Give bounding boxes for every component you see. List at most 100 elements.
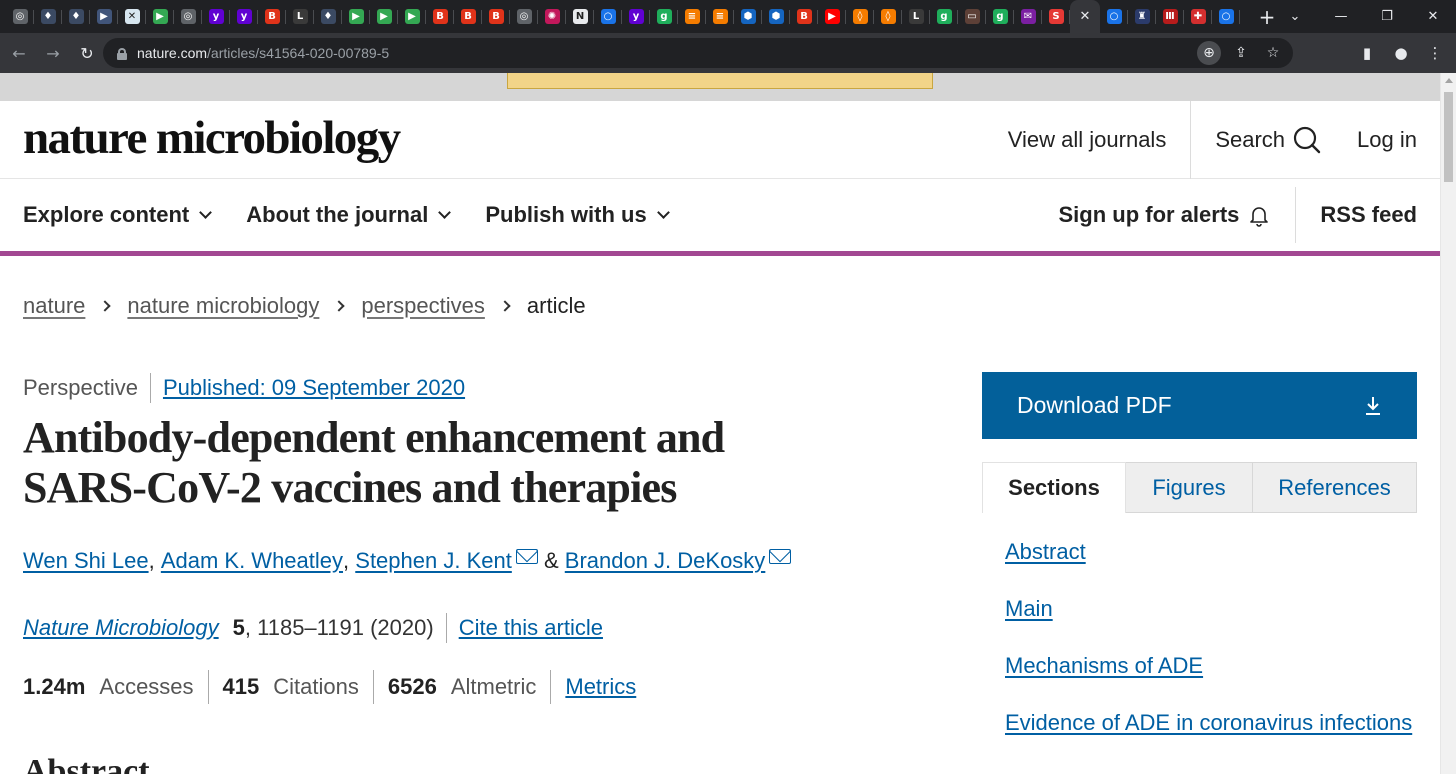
section-link[interactable]: Mechanisms of ADE — [1005, 653, 1415, 710]
url-text[interactable]: nature.com/articles/s41564-020-00789-5 — [137, 45, 389, 61]
browser-toolbar: ← → ↻ nature.com/articles/s41564-020-007… — [0, 33, 1456, 73]
browser-tab[interactable]: ▶ — [146, 0, 174, 33]
breadcrumb-nature[interactable]: nature — [23, 293, 85, 319]
browser-tab[interactable]: ▶ — [342, 0, 370, 33]
shield-icon: ◊ — [880, 9, 896, 24]
zoom-icon[interactable]: ⊕ — [1197, 41, 1221, 65]
browser-tab[interactable]: ▶ — [818, 0, 846, 33]
restore-icon[interactable]: ❐ — [1364, 9, 1410, 24]
section-link[interactable]: Abstract — [1005, 539, 1415, 596]
close-window-icon[interactable]: ✕ — [1410, 9, 1456, 24]
browser-tab[interactable]: y — [202, 0, 230, 33]
browser-tab[interactable]: B — [482, 0, 510, 33]
forward-icon[interactable]: → — [38, 38, 68, 68]
tab-sections[interactable]: Sections — [982, 462, 1126, 513]
browser-tab[interactable]: g — [986, 0, 1014, 33]
journal-name-link[interactable]: Nature Microbiology — [23, 615, 219, 641]
page-scrollbar[interactable] — [1440, 73, 1456, 774]
back-icon[interactable]: ← — [4, 38, 34, 68]
browser-tab[interactable]: ◊ — [846, 0, 874, 33]
author-link[interactable]: Adam K. Wheatley — [161, 548, 343, 574]
omnibox-actions: ⊕ ⇪ ☆ — [1197, 38, 1285, 68]
side-panel-icon[interactable]: ▮ — [1352, 38, 1382, 68]
hex-icon: ⬢ — [768, 9, 784, 24]
browser-tab[interactable]: B — [258, 0, 286, 33]
section-link[interactable]: Main — [1005, 596, 1415, 653]
scroll-up-icon[interactable] — [1445, 78, 1453, 83]
browser-tab[interactable]: ✉ — [1014, 0, 1042, 33]
browser-tab[interactable]: ≡ — [706, 0, 734, 33]
browser-tab[interactable]: ◎ — [510, 0, 538, 33]
breadcrumb-journal[interactable]: nature microbiology — [127, 293, 319, 319]
browser-tab[interactable]: ▶ — [90, 0, 118, 33]
scroll-thumb[interactable] — [1444, 92, 1453, 182]
browser-tab[interactable]: ✕ — [118, 0, 146, 33]
browser-tab[interactable]: ♦ — [314, 0, 342, 33]
breadcrumb-perspectives[interactable]: perspectives — [361, 293, 485, 319]
tab-references[interactable]: References — [1253, 462, 1417, 513]
browser-tab[interactable]: ◊ — [874, 0, 902, 33]
browser-tab[interactable]: ▭ — [958, 0, 986, 33]
browser-tab[interactable]: B — [790, 0, 818, 33]
browser-tab[interactable]: ○ — [1212, 0, 1240, 33]
author-link[interactable]: Wen Shi Lee — [23, 548, 149, 574]
bi-icon: B — [460, 9, 476, 24]
browser-tab[interactable]: ≡ — [678, 0, 706, 33]
ad-banner[interactable] — [507, 73, 933, 89]
browser-tab[interactable]: g — [650, 0, 678, 33]
share-icon[interactable]: ⇪ — [1229, 41, 1253, 65]
browser-tab[interactable]: ⬢ — [734, 0, 762, 33]
close-tab-icon[interactable]: ✕ — [1080, 9, 1091, 24]
menu-kebab-icon[interactable]: ⋮ — [1420, 38, 1450, 68]
minimize-icon[interactable]: — — [1318, 9, 1364, 24]
email-icon[interactable] — [769, 548, 792, 564]
download-pdf-button[interactable]: Download PDF — [982, 372, 1417, 439]
tab-search-icon[interactable]: ⌄ — [1272, 9, 1318, 24]
browser-tab[interactable]: ✚ — [1184, 0, 1212, 33]
browser-tab[interactable]: y — [230, 0, 258, 33]
view-all-journals-link[interactable]: View all journals — [1008, 101, 1192, 179]
browser-tab[interactable]: ⬢ — [762, 0, 790, 33]
author-link[interactable]: Brandon J. DeKosky — [565, 548, 766, 574]
browser-tab[interactable]: ✺ — [538, 0, 566, 33]
browser-tab[interactable]: B — [454, 0, 482, 33]
sign-up-alerts-link[interactable]: Sign up for alerts — [1058, 187, 1297, 243]
publish-with-us-menu[interactable]: Publish with us — [485, 202, 670, 228]
address-bar[interactable]: nature.com/articles/s41564-020-00789-5 ⊕… — [103, 38, 1293, 68]
browser-tab[interactable]: ♜ — [1128, 0, 1156, 33]
browser-tab[interactable]: L — [902, 0, 930, 33]
browser-tab[interactable]: g — [930, 0, 958, 33]
browser-tab[interactable]: y — [622, 0, 650, 33]
browser-tab[interactable]: ◎ — [174, 0, 202, 33]
metrics-link[interactable]: Metrics — [565, 674, 636, 700]
author-link[interactable]: Stephen J. Kent — [355, 548, 512, 574]
section-link[interactable]: Evidence of ADE in coronavirus infection… — [1005, 710, 1415, 767]
browser-tab[interactable]: S — [1042, 0, 1070, 33]
browser-tab[interactable]: ♦ — [34, 0, 62, 33]
profile-icon[interactable]: ● — [1386, 38, 1416, 68]
tab-figures[interactable]: Figures — [1126, 462, 1253, 513]
login-link[interactable]: Log in — [1357, 101, 1417, 179]
browser-tab[interactable]: ▶ — [398, 0, 426, 33]
browser-tab[interactable]: ♦ — [62, 0, 90, 33]
email-icon[interactable] — [515, 548, 538, 564]
bookmark-star-icon[interactable]: ☆ — [1261, 41, 1285, 65]
browser-tab[interactable]: ▶ — [370, 0, 398, 33]
browser-tab[interactable]: ◎ — [6, 0, 34, 33]
browser-tab[interactable]: N — [566, 0, 594, 33]
rss-feed-link[interactable]: RSS feed — [1296, 202, 1417, 228]
journal-logo[interactable]: nature microbiology — [23, 111, 401, 165]
lock-icon[interactable] — [117, 47, 127, 60]
cite-article-link[interactable]: Cite this article — [445, 613, 603, 643]
search-button[interactable]: Search — [1191, 101, 1357, 179]
published-date-link[interactable]: Published: 09 September 2020 — [151, 375, 465, 401]
active-browser-tab[interactable]: ✕ — [1070, 0, 1100, 33]
browser-tab[interactable]: Ⅲ — [1156, 0, 1184, 33]
browser-tab[interactable]: ○ — [594, 0, 622, 33]
explore-content-menu[interactable]: Explore content — [23, 202, 213, 228]
reload-icon[interactable]: ↻ — [72, 38, 102, 68]
browser-tab[interactable]: ○ — [1100, 0, 1128, 33]
about-journal-menu[interactable]: About the journal — [246, 202, 452, 228]
browser-tab[interactable]: B — [426, 0, 454, 33]
browser-tab[interactable]: L — [286, 0, 314, 33]
